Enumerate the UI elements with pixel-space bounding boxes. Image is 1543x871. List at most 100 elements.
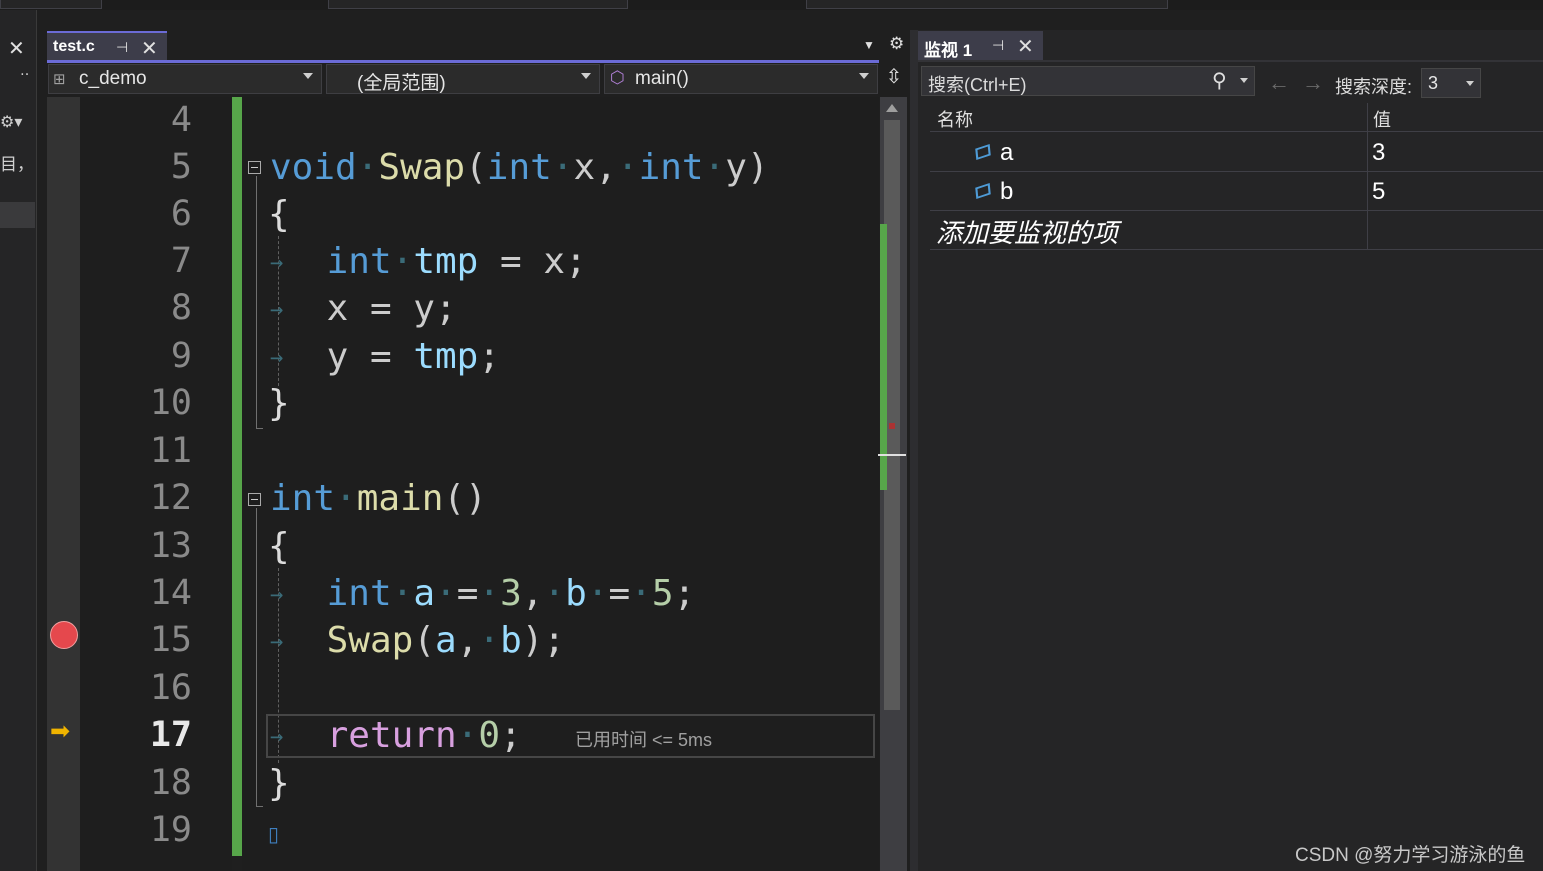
token: 5 bbox=[651, 573, 674, 614]
token: main bbox=[356, 478, 444, 519]
forward-arrow-icon[interactable]: → bbox=[1302, 70, 1324, 96]
tab-label: test.c bbox=[53, 38, 95, 55]
back-arrow-icon[interactable]: ← bbox=[1268, 70, 1290, 96]
watch-row[interactable]: b 5 bbox=[930, 172, 1543, 211]
collapse-icon[interactable] bbox=[248, 493, 261, 506]
token: int bbox=[486, 147, 552, 188]
token: tmp bbox=[413, 241, 479, 282]
code-line-9: → y = tmp; bbox=[270, 336, 501, 377]
chevron-down-icon[interactable] bbox=[1240, 78, 1248, 83]
fold-bracket bbox=[256, 176, 263, 429]
token: , bbox=[521, 573, 544, 614]
pin-icon[interactable]: ⊣ bbox=[116, 39, 128, 56]
function-label: main() bbox=[635, 68, 689, 89]
watch-row-name: b bbox=[1000, 178, 1014, 205]
scroll-breakpoint-marker bbox=[889, 423, 895, 429]
token: Swap bbox=[378, 147, 466, 188]
line-number: 19 bbox=[149, 810, 192, 850]
close-icon[interactable]: ✕ bbox=[1017, 34, 1034, 59]
chevron-down-icon bbox=[303, 73, 313, 79]
watch-search-input[interactable]: 搜索(Ctrl+E) ⚲ bbox=[921, 66, 1255, 96]
tab-test-c[interactable]: test.c ⊣ ✕ bbox=[47, 31, 167, 61]
split-icon[interactable]: ⇳ bbox=[880, 64, 908, 94]
change-tracking-bar bbox=[232, 97, 242, 856]
line-number: 15 bbox=[149, 620, 192, 660]
watch-header-row bbox=[930, 103, 1543, 132]
pin-icon[interactable]: ⊣ bbox=[992, 37, 1004, 54]
line-number: 12 bbox=[149, 478, 192, 518]
token: x = y; bbox=[326, 288, 457, 329]
breakpoint-icon[interactable] bbox=[50, 621, 78, 649]
watch-row[interactable]: a 3 bbox=[930, 133, 1543, 172]
search-depth-value: 3 bbox=[1428, 73, 1439, 93]
line-number: 7 bbox=[170, 241, 192, 281]
line-number: 16 bbox=[149, 668, 192, 708]
code-line-13: { bbox=[268, 526, 290, 567]
text-cursor: ▯ bbox=[268, 824, 280, 846]
close-icon[interactable]: ✕ bbox=[141, 36, 158, 61]
token: = bbox=[608, 573, 631, 614]
token: a bbox=[435, 620, 457, 661]
search-depth-label: 搜索深度: bbox=[1335, 77, 1413, 97]
overflow-icon[interactable]: ‥ bbox=[20, 62, 30, 79]
close-icon[interactable]: ✕ bbox=[8, 36, 25, 61]
execution-arrow-icon[interactable]: ➡ bbox=[50, 717, 70, 746]
chevron-down-icon bbox=[1466, 81, 1474, 86]
token: = x; bbox=[500, 241, 587, 282]
panel-splitter[interactable] bbox=[910, 30, 918, 871]
token: int bbox=[638, 147, 704, 188]
function-dropdown[interactable]: ⬡ main() bbox=[604, 64, 878, 94]
search-depth-select[interactable]: 3 bbox=[1421, 68, 1481, 98]
watch-row-value[interactable]: 3 bbox=[1372, 139, 1385, 167]
tab-list-dropdown-icon[interactable]: ▼ bbox=[863, 38, 875, 52]
token: y bbox=[725, 147, 747, 188]
project-icon: ⊞ bbox=[53, 71, 66, 88]
scroll-up-icon[interactable] bbox=[886, 104, 898, 112]
line-number-current: 17 bbox=[149, 715, 192, 755]
tab-label: 监视 1 bbox=[924, 41, 973, 60]
token: b bbox=[500, 620, 522, 661]
left-panel-selection[interactable] bbox=[0, 202, 35, 228]
token: ; bbox=[478, 336, 501, 377]
collapse-icon[interactable] bbox=[248, 161, 261, 174]
gear-icon[interactable]: ⚙ bbox=[889, 34, 904, 54]
line-number: 4 bbox=[170, 100, 192, 140]
token: = bbox=[456, 573, 479, 614]
tab-watch-1[interactable]: 监视 1 ⊣ ✕ bbox=[918, 31, 1043, 61]
watch-row-value[interactable]: 5 bbox=[1372, 178, 1385, 206]
token: () bbox=[443, 478, 487, 519]
code-line-5: void·Swap(int·x,·int·y) bbox=[270, 147, 769, 188]
add-watch-item[interactable]: 添加要监视的项 bbox=[936, 213, 1118, 250]
line-number: 9 bbox=[170, 336, 192, 376]
perf-tip[interactable]: 已用时间 <= 5ms bbox=[575, 726, 712, 752]
toolbar-box[interactable] bbox=[328, 0, 628, 9]
token: 3 bbox=[500, 573, 522, 614]
scope-dropdown[interactable]: (全局范围) bbox=[326, 64, 600, 94]
settings-dropdown-icon[interactable]: ⚙▾ bbox=[0, 112, 22, 132]
function-cube-icon: ⬡ bbox=[610, 68, 625, 87]
token: int bbox=[326, 573, 392, 614]
toolbar-box[interactable] bbox=[806, 0, 1168, 9]
column-header-value[interactable]: 值 bbox=[1373, 106, 1391, 132]
token: return bbox=[326, 715, 457, 756]
watch-row-name: a bbox=[1000, 139, 1014, 166]
code-line-15: → Swap(a,·b); bbox=[270, 620, 566, 661]
project-dropdown[interactable]: ⊞ c_demo bbox=[48, 64, 322, 94]
scope-label: (全局范围) bbox=[357, 73, 446, 94]
token: a bbox=[413, 573, 436, 614]
column-header-name[interactable]: 名称 bbox=[937, 106, 973, 132]
code-line-8: → x = y; bbox=[270, 288, 457, 329]
code-line-6: { bbox=[268, 194, 290, 235]
token: , bbox=[456, 620, 479, 661]
column-divider[interactable] bbox=[1367, 103, 1368, 250]
token: x bbox=[573, 147, 596, 188]
token: ); bbox=[521, 620, 566, 661]
token: y = bbox=[326, 336, 392, 377]
top-toolbar-strip bbox=[0, 0, 1543, 10]
line-number: 6 bbox=[170, 194, 192, 234]
token: int bbox=[326, 241, 392, 282]
search-icon[interactable]: ⚲ bbox=[1212, 68, 1227, 93]
tab-accent-line bbox=[47, 60, 879, 63]
toolbar-box[interactable] bbox=[0, 0, 102, 9]
glyph-margin[interactable] bbox=[47, 97, 80, 871]
